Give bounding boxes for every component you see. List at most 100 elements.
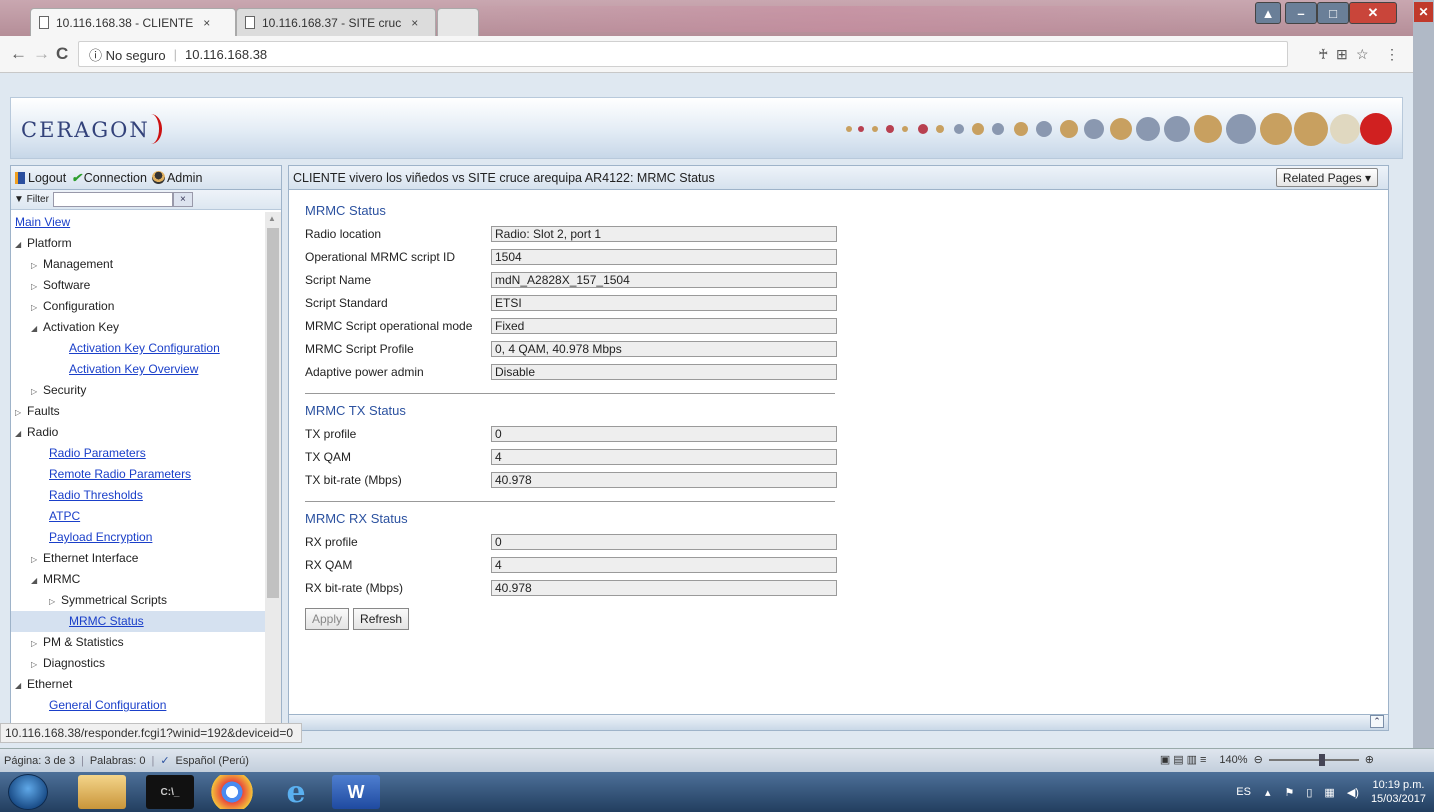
collapsed-icon[interactable]: ▷ bbox=[31, 255, 43, 276]
nav-item[interactable]: ▷ PM & Statistics bbox=[11, 632, 265, 653]
nav-item[interactable]: Payload Encryption bbox=[11, 527, 265, 548]
scroll-up-icon[interactable]: ▲ bbox=[268, 214, 276, 223]
filter-input[interactable] bbox=[52, 192, 173, 207]
menu-icon[interactable]: ⋮ bbox=[1385, 46, 1399, 63]
tray-expand-icon[interactable]: ▴ bbox=[1265, 786, 1271, 799]
language-indicator[interactable]: ES bbox=[1236, 786, 1251, 798]
page-count[interactable]: Página: 3 de 3 bbox=[4, 755, 75, 767]
scrollbar-thumb[interactable] bbox=[267, 228, 279, 598]
nav-item-label: PM & Statistics bbox=[43, 635, 124, 649]
collapsed-icon[interactable]: ▷ bbox=[15, 402, 27, 423]
expanded-icon[interactable]: ◢ bbox=[15, 675, 27, 696]
nav-item[interactable]: ◢ Radio bbox=[11, 422, 265, 443]
zoom-knob[interactable] bbox=[1318, 753, 1325, 766]
nav-item[interactable]: ◢ Activation Key bbox=[11, 317, 265, 338]
cmd-icon[interactable]: C:\_ bbox=[146, 775, 194, 809]
collapsed-icon[interactable]: ▷ bbox=[31, 381, 43, 402]
nav-item[interactable]: Activation Key Configuration bbox=[11, 338, 265, 359]
sidebar-scrollbar[interactable]: ▲ bbox=[265, 212, 281, 730]
system-tray: ES ▴ ⚑ ▯ ▦ ◀) 10:19 p.m. 15/03/2017 bbox=[1236, 776, 1426, 808]
nav-item[interactable]: ◢ Ethernet bbox=[11, 674, 265, 695]
chrome-icon[interactable] bbox=[208, 775, 256, 809]
nav-item[interactable]: MRMC Status bbox=[11, 611, 265, 632]
flag-icon[interactable]: ⚑ bbox=[1284, 786, 1294, 799]
nav-item[interactable]: General Configuration bbox=[11, 695, 265, 716]
url-input[interactable]: ⓘ No seguro | 10.116.168.38 bbox=[78, 41, 1288, 67]
start-button[interactable] bbox=[8, 774, 48, 810]
field-row: TX QAM 4 bbox=[305, 445, 865, 468]
nav-item[interactable]: ▷ Faults bbox=[11, 401, 265, 422]
nav-item[interactable]: ▷ Diagnostics bbox=[11, 653, 265, 674]
collapsed-icon[interactable]: ▷ bbox=[49, 591, 61, 612]
admin-button[interactable]: Admin bbox=[151, 171, 202, 185]
collapsed-icon[interactable]: ▷ bbox=[31, 276, 43, 297]
expanded-icon[interactable]: ◢ bbox=[31, 570, 43, 591]
nav-item[interactable]: Radio Thresholds bbox=[11, 485, 265, 506]
title-bar-glass bbox=[440, 6, 1240, 32]
collapsed-icon[interactable]: ▷ bbox=[31, 549, 43, 570]
collapsed-icon[interactable]: ▷ bbox=[31, 633, 43, 654]
maximize-icon[interactable]: □ bbox=[1317, 2, 1349, 24]
expanded-icon[interactable]: ◢ bbox=[15, 234, 27, 255]
volume-icon[interactable]: ◀) bbox=[1347, 786, 1359, 799]
zoom-level[interactable]: 140% bbox=[1219, 754, 1247, 766]
ie-icon[interactable]: e bbox=[272, 775, 320, 810]
collapsed-icon[interactable]: ▷ bbox=[31, 654, 43, 675]
battery-icon[interactable]: ▯ bbox=[1306, 786, 1312, 799]
expanded-icon[interactable]: ◢ bbox=[31, 318, 43, 339]
nav-item[interactable]: ▷ Symmetrical Scripts bbox=[11, 590, 265, 611]
star-icon[interactable]: ☆ bbox=[1356, 46, 1369, 63]
language-status[interactable]: Español (Perú) bbox=[176, 755, 249, 767]
close-icon[interactable]: ✕ bbox=[1414, 2, 1433, 22]
nav-item[interactable]: ▷ Security bbox=[11, 380, 265, 401]
nav-item[interactable]: ◢ Platform bbox=[11, 233, 265, 254]
logout-button[interactable]: Logout bbox=[15, 171, 66, 185]
filter-clear-icon[interactable]: × bbox=[172, 192, 193, 207]
nav-item[interactable]: Remote Radio Parameters bbox=[11, 464, 265, 485]
spellcheck-icon[interactable]: ✓ bbox=[160, 754, 169, 767]
nav-item[interactable]: Activation Key Overview bbox=[11, 359, 265, 380]
connection-button[interactable]: ✔ Connection bbox=[71, 170, 147, 186]
zoom-slider[interactable] bbox=[1268, 753, 1359, 766]
extension-icon[interactable]: ♰ bbox=[1318, 46, 1328, 63]
security-indicator[interactable]: ⓘ No seguro bbox=[89, 45, 166, 64]
nav-item[interactable]: ▷ Ethernet Interface bbox=[11, 548, 265, 569]
panel-header: CLIENTE vivero los viñedos vs SITE cruce… bbox=[289, 166, 1388, 190]
explorer-icon[interactable] bbox=[78, 775, 126, 809]
decorative-dot bbox=[902, 126, 908, 132]
filter-label[interactable]: ▼ Filter bbox=[14, 194, 49, 205]
collapse-icon[interactable]: ⌃ bbox=[1370, 715, 1384, 728]
network-icon[interactable]: ▦ bbox=[1324, 786, 1334, 799]
nav-item[interactable]: Radio Parameters bbox=[11, 443, 265, 464]
nav-item[interactable]: ▷ Management bbox=[11, 254, 265, 275]
reload-icon[interactable]: C bbox=[56, 44, 68, 64]
minimize-icon[interactable]: – bbox=[1285, 2, 1317, 24]
word-icon[interactable]: W bbox=[332, 775, 380, 809]
refresh-button[interactable]: Refresh bbox=[353, 608, 410, 630]
collapsed-icon[interactable]: ▷ bbox=[31, 297, 43, 318]
close-icon[interactable]: × bbox=[203, 16, 210, 30]
nav-item[interactable]: ATPC bbox=[11, 506, 265, 527]
related-pages-dropdown[interactable]: Related Pages ▾ bbox=[1275, 168, 1378, 187]
close-icon[interactable]: × bbox=[411, 16, 418, 30]
nav-item[interactable]: ▷ Software bbox=[11, 275, 265, 296]
expanded-icon[interactable]: ◢ bbox=[15, 423, 27, 444]
forward-icon[interactable]: → bbox=[33, 44, 50, 64]
restore-app-icon[interactable]: ▲ bbox=[1255, 2, 1281, 24]
apply-button[interactable]: Apply bbox=[305, 608, 350, 630]
new-tab-button[interactable] bbox=[437, 8, 479, 36]
view-layout-icons[interactable]: ▣▤▥≡ bbox=[1160, 753, 1210, 766]
back-icon[interactable]: ← bbox=[10, 44, 27, 64]
nav-item[interactable]: Main View bbox=[11, 212, 265, 233]
tab-cliente[interactable]: 10.116.168.38 - CLIENTE × bbox=[30, 8, 236, 36]
field-row: Operational MRMC script ID 1504 bbox=[305, 245, 865, 268]
clock[interactable]: 10:19 p.m. 15/03/2017 bbox=[1371, 778, 1426, 806]
nav-item[interactable]: ▷ Configuration bbox=[11, 296, 265, 317]
nav-item[interactable]: ◢ MRMC bbox=[11, 569, 265, 590]
tab-site[interactable]: 10.116.168.37 - SITE cruc × bbox=[236, 8, 436, 36]
close-window-icon[interactable]: ✕ bbox=[1349, 2, 1397, 24]
word-count[interactable]: Palabras: 0 bbox=[90, 755, 146, 767]
zoom-out-icon[interactable]: ⊖ bbox=[1254, 753, 1263, 766]
translate-icon[interactable]: ⊞ bbox=[1336, 46, 1348, 63]
zoom-in-icon[interactable]: ⊕ bbox=[1365, 753, 1374, 766]
